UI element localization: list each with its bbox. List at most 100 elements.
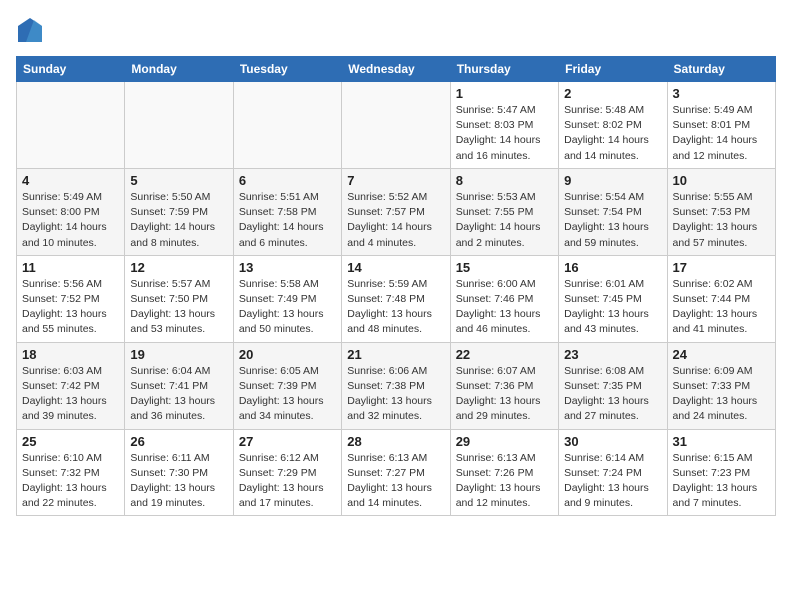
day-info: Sunrise: 5:50 AM Sunset: 7:59 PM Dayligh… <box>130 190 227 251</box>
day-info: Sunrise: 5:56 AM Sunset: 7:52 PM Dayligh… <box>22 277 119 338</box>
day-number: 25 <box>22 434 119 449</box>
calendar-day-cell: 5 Sunrise: 5:50 AM Sunset: 7:59 PM Daylig… <box>125 168 233 255</box>
calendar-day-cell: 12Sunrise: 5:57 AM Sunset: 7:50 PM Dayli… <box>125 255 233 342</box>
day-number: 28 <box>347 434 444 449</box>
day-number: 8 <box>456 173 553 188</box>
calendar-day-cell: 25 Sunrise: 6:10 AM Sunset: 7:32 PM Dayli… <box>17 429 125 516</box>
day-number: 20 <box>239 347 336 362</box>
day-number: 5 <box>130 173 227 188</box>
day-info: Sunrise: 6:13 AM Sunset: 7:27 PM Dayligh… <box>347 451 444 512</box>
calendar-day-cell: 31Sunrise: 6:15 AM Sunset: 7:23 PM Dayli… <box>667 429 775 516</box>
calendar-week-row: 1Sunrise: 5:47 AM Sunset: 8:03 PM Daylig… <box>17 82 776 169</box>
day-number: 26 <box>130 434 227 449</box>
calendar-week-row: 18 Sunrise: 6:03 AM Sunset: 7:42 PM Dayli… <box>17 342 776 429</box>
day-info: Sunrise: 5:48 AM Sunset: 8:02 PM Dayligh… <box>564 103 661 164</box>
day-of-week-header: Wednesday <box>342 57 450 82</box>
day-info: Sunrise: 6:11 AM Sunset: 7:30 PM Dayligh… <box>130 451 227 512</box>
day-number: 13 <box>239 260 336 275</box>
day-info: Sunrise: 5:49 AM Sunset: 8:00 PM Dayligh… <box>22 190 119 251</box>
logo <box>16 16 48 44</box>
calendar-day-cell: 18 Sunrise: 6:03 AM Sunset: 7:42 PM Dayli… <box>17 342 125 429</box>
day-info: Sunrise: 5:47 AM Sunset: 8:03 PM Dayligh… <box>456 103 553 164</box>
day-info: Sunrise: 6:07 AM Sunset: 7:36 PM Dayligh… <box>456 364 553 425</box>
calendar-day-cell <box>17 82 125 169</box>
day-info: Sunrise: 6:04 AM Sunset: 7:41 PM Dayligh… <box>130 364 227 425</box>
calendar-day-cell: 9Sunrise: 5:54 AM Sunset: 7:54 PM Daylig… <box>559 168 667 255</box>
day-of-week-header: Tuesday <box>233 57 341 82</box>
day-info: Sunrise: 6:13 AM Sunset: 7:26 PM Dayligh… <box>456 451 553 512</box>
day-number: 24 <box>673 347 770 362</box>
day-info: Sunrise: 5:57 AM Sunset: 7:50 PM Dayligh… <box>130 277 227 338</box>
calendar-day-cell: 8 Sunrise: 5:53 AM Sunset: 7:55 PM Daylig… <box>450 168 558 255</box>
calendar-day-cell: 23 Sunrise: 6:08 AM Sunset: 7:35 PM Dayli… <box>559 342 667 429</box>
calendar-day-cell <box>342 82 450 169</box>
day-info: Sunrise: 6:14 AM Sunset: 7:24 PM Dayligh… <box>564 451 661 512</box>
day-info: Sunrise: 5:55 AM Sunset: 7:53 PM Dayligh… <box>673 190 770 251</box>
calendar-day-cell: 26 Sunrise: 6:11 AM Sunset: 7:30 PM Dayli… <box>125 429 233 516</box>
day-info: Sunrise: 6:01 AM Sunset: 7:45 PM Dayligh… <box>564 277 661 338</box>
calendar-day-cell: 16 Sunrise: 6:01 AM Sunset: 7:45 PM Dayli… <box>559 255 667 342</box>
calendar-day-cell: 30 Sunrise: 6:14 AM Sunset: 7:24 PM Dayli… <box>559 429 667 516</box>
day-number: 6 <box>239 173 336 188</box>
calendar-header-row: SundayMondayTuesdayWednesdayThursdayFrid… <box>17 57 776 82</box>
day-number: 16 <box>564 260 661 275</box>
day-info: Sunrise: 5:58 AM Sunset: 7:49 PM Dayligh… <box>239 277 336 338</box>
day-of-week-header: Thursday <box>450 57 558 82</box>
day-info: Sunrise: 6:03 AM Sunset: 7:42 PM Dayligh… <box>22 364 119 425</box>
day-number: 31 <box>673 434 770 449</box>
day-number: 18 <box>22 347 119 362</box>
calendar-day-cell: 10 Sunrise: 5:55 AM Sunset: 7:53 PM Dayli… <box>667 168 775 255</box>
calendar-table: SundayMondayTuesdayWednesdayThursdayFrid… <box>16 56 776 516</box>
calendar-day-cell <box>233 82 341 169</box>
day-info: Sunrise: 5:51 AM Sunset: 7:58 PM Dayligh… <box>239 190 336 251</box>
day-info: Sunrise: 5:49 AM Sunset: 8:01 PM Dayligh… <box>673 103 770 164</box>
calendar-day-cell: 11 Sunrise: 5:56 AM Sunset: 7:52 PM Dayli… <box>17 255 125 342</box>
day-number: 15 <box>456 260 553 275</box>
day-info: Sunrise: 6:02 AM Sunset: 7:44 PM Dayligh… <box>673 277 770 338</box>
day-number: 10 <box>673 173 770 188</box>
day-number: 23 <box>564 347 661 362</box>
day-number: 3 <box>673 86 770 101</box>
calendar-day-cell <box>125 82 233 169</box>
day-info: Sunrise: 6:09 AM Sunset: 7:33 PM Dayligh… <box>673 364 770 425</box>
calendar-day-cell: 7Sunrise: 5:52 AM Sunset: 7:57 PM Daylig… <box>342 168 450 255</box>
calendar-day-cell: 20 Sunrise: 6:05 AM Sunset: 7:39 PM Dayli… <box>233 342 341 429</box>
day-info: Sunrise: 5:53 AM Sunset: 7:55 PM Dayligh… <box>456 190 553 251</box>
day-info: Sunrise: 6:05 AM Sunset: 7:39 PM Dayligh… <box>239 364 336 425</box>
calendar-day-cell: 22 Sunrise: 6:07 AM Sunset: 7:36 PM Dayli… <box>450 342 558 429</box>
calendar-week-row: 25 Sunrise: 6:10 AM Sunset: 7:32 PM Dayli… <box>17 429 776 516</box>
day-info: Sunrise: 5:52 AM Sunset: 7:57 PM Dayligh… <box>347 190 444 251</box>
calendar-day-cell: 13 Sunrise: 5:58 AM Sunset: 7:49 PM Dayli… <box>233 255 341 342</box>
day-number: 29 <box>456 434 553 449</box>
day-of-week-header: Friday <box>559 57 667 82</box>
day-number: 27 <box>239 434 336 449</box>
calendar-day-cell: 4 Sunrise: 5:49 AM Sunset: 8:00 PM Daylig… <box>17 168 125 255</box>
calendar-day-cell: 2 Sunrise: 5:48 AM Sunset: 8:02 PM Daylig… <box>559 82 667 169</box>
day-info: Sunrise: 6:08 AM Sunset: 7:35 PM Dayligh… <box>564 364 661 425</box>
day-of-week-header: Sunday <box>17 57 125 82</box>
day-info: Sunrise: 5:59 AM Sunset: 7:48 PM Dayligh… <box>347 277 444 338</box>
day-info: Sunrise: 6:10 AM Sunset: 7:32 PM Dayligh… <box>22 451 119 512</box>
page-header <box>16 16 776 44</box>
day-number: 2 <box>564 86 661 101</box>
day-number: 21 <box>347 347 444 362</box>
calendar-day-cell: 3 Sunrise: 5:49 AM Sunset: 8:01 PM Daylig… <box>667 82 775 169</box>
day-info: Sunrise: 6:12 AM Sunset: 7:29 PM Dayligh… <box>239 451 336 512</box>
day-info: Sunrise: 5:54 AM Sunset: 7:54 PM Dayligh… <box>564 190 661 251</box>
logo-icon <box>16 16 44 44</box>
calendar-week-row: 11 Sunrise: 5:56 AM Sunset: 7:52 PM Dayli… <box>17 255 776 342</box>
calendar-day-cell: 19 Sunrise: 6:04 AM Sunset: 7:41 PM Dayli… <box>125 342 233 429</box>
day-number: 19 <box>130 347 227 362</box>
calendar-day-cell: 21Sunrise: 6:06 AM Sunset: 7:38 PM Dayli… <box>342 342 450 429</box>
day-number: 17 <box>673 260 770 275</box>
day-number: 22 <box>456 347 553 362</box>
day-number: 14 <box>347 260 444 275</box>
day-number: 4 <box>22 173 119 188</box>
calendar-week-row: 4 Sunrise: 5:49 AM Sunset: 8:00 PM Daylig… <box>17 168 776 255</box>
calendar-day-cell: 14 Sunrise: 5:59 AM Sunset: 7:48 PM Dayli… <box>342 255 450 342</box>
day-info: Sunrise: 6:00 AM Sunset: 7:46 PM Dayligh… <box>456 277 553 338</box>
day-number: 30 <box>564 434 661 449</box>
day-of-week-header: Monday <box>125 57 233 82</box>
calendar-day-cell: 29 Sunrise: 6:13 AM Sunset: 7:26 PM Dayli… <box>450 429 558 516</box>
day-number: 11 <box>22 260 119 275</box>
